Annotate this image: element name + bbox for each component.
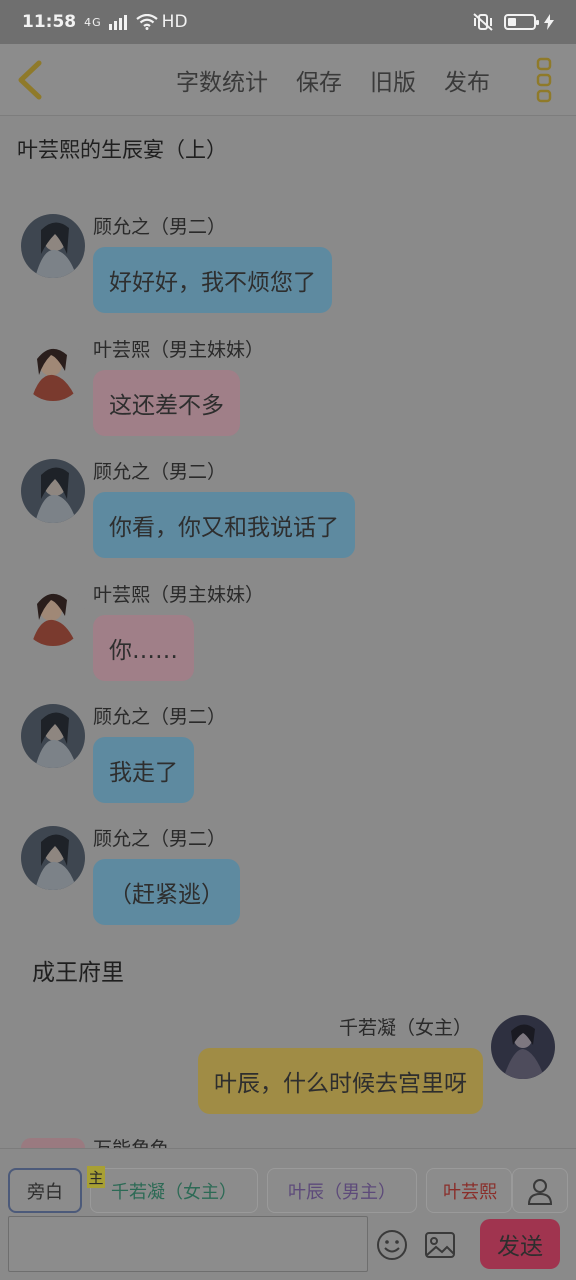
avatar[interactable] [21, 582, 85, 646]
speaker-name: 叶芸熙（男主妹妹） [93, 339, 265, 361]
signal-icon [108, 15, 127, 30]
avatar[interactable] [21, 1138, 85, 1148]
protagonist-badge: 主 [87, 1166, 105, 1188]
more-vertical-icon [536, 57, 552, 102]
message-input[interactable] [8, 1216, 368, 1272]
network-icon: 4G [84, 15, 102, 29]
wifi-icon [135, 14, 158, 30]
image-button[interactable] [423, 1228, 457, 1262]
character-portrait-icon [21, 704, 85, 768]
speaker-name: 叶芸熙（男主妹妹） [93, 584, 265, 606]
person-icon [527, 1178, 553, 1205]
status-bar: 11:58 4G HD [0, 0, 576, 44]
message-bubble[interactable]: 叶辰，什么时候去宫里呀 [198, 1048, 483, 1114]
avatar[interactable] [21, 704, 85, 768]
charging-icon [544, 14, 554, 30]
message-bubble[interactable]: 你看，你又和我说话了 [93, 492, 355, 558]
publish-button[interactable]: 发布 [444, 63, 490, 97]
speaker-name: 顾允之（男二） [93, 706, 227, 728]
input-bar: 发送 [0, 1216, 576, 1280]
character-portrait-icon [21, 826, 85, 890]
speaker-name: 顾允之（男二） [93, 216, 227, 238]
old-version-button[interactable]: 旧版 [370, 63, 416, 97]
character-chip[interactable]: 叶芸熙 [426, 1168, 512, 1213]
speaker-name: 顾允之（男二） [93, 828, 227, 850]
message-bubble[interactable]: （赶紧逃） [93, 859, 240, 925]
speaker-name: 顾允之（男二） [93, 461, 227, 483]
status-time: 11:58 [22, 12, 77, 32]
chevron-left-icon [18, 60, 42, 99]
narration-text[interactable]: 成王府里 [32, 953, 124, 987]
image-icon [425, 1232, 455, 1258]
message-bubble[interactable]: 好好好，我不烦您了 [93, 247, 332, 313]
emoji-button[interactable] [375, 1228, 409, 1262]
narration-chip[interactable]: 旁白 [8, 1168, 82, 1213]
avatar[interactable] [21, 214, 85, 278]
avatar[interactable] [21, 826, 85, 890]
avatar[interactable] [21, 337, 85, 401]
avatar[interactable] [491, 1015, 555, 1079]
battery-icon [504, 14, 539, 30]
character-portrait-icon [21, 459, 85, 523]
character-manage-button[interactable] [512, 1168, 568, 1213]
character-portrait-icon [21, 214, 85, 278]
character-portrait-icon [21, 337, 85, 401]
message-bubble[interactable]: 我走了 [93, 737, 194, 803]
message-bubble[interactable]: 这还差不多 [93, 370, 240, 436]
send-button[interactable]: 发送 [480, 1219, 560, 1269]
character-chip[interactable]: 叶辰（男主） [267, 1168, 417, 1213]
character-chip[interactable]: 千若凝（女主） [90, 1168, 258, 1213]
character-portrait-icon [491, 1015, 555, 1079]
character-selector: 旁白 千若凝（女主） 主 叶辰（男主） 叶芸熙 [0, 1148, 576, 1216]
editor-toolbar: 字数统计 保存 旧版 发布 [0, 44, 576, 116]
speaker-name: 万能角色 [93, 1134, 169, 1148]
save-button[interactable]: 保存 [296, 63, 342, 97]
hd-label: HD [161, 12, 188, 32]
word-count-button[interactable]: 字数统计 [176, 63, 268, 97]
avatar[interactable] [21, 459, 85, 523]
smiley-icon [377, 1230, 407, 1260]
back-button[interactable] [2, 44, 58, 116]
message-bubble[interactable]: 你…… [93, 615, 194, 681]
character-portrait-icon [21, 582, 85, 646]
more-menu-button[interactable] [516, 44, 572, 116]
vibrate-mute-icon [473, 13, 493, 31]
speaker-name: 千若凝（女主） [338, 1017, 472, 1039]
document-title[interactable]: 叶芸熙的生辰宴（上） [17, 134, 227, 164]
